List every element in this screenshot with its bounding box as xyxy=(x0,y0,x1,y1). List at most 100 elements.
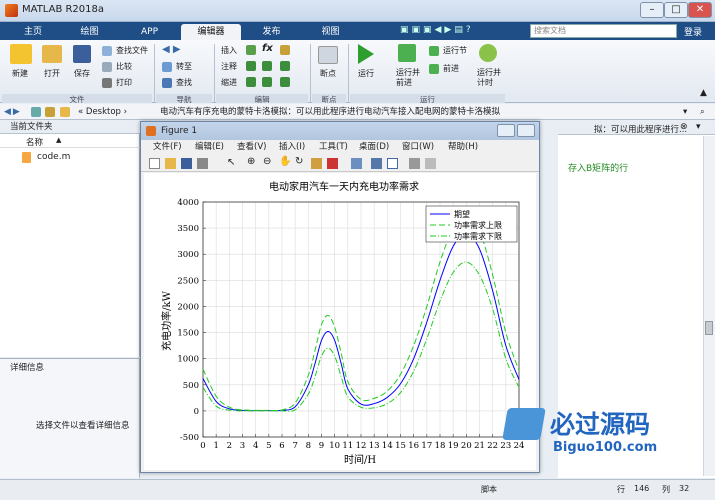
scrollbar-thumb[interactable] xyxy=(705,321,713,335)
new-button[interactable]: 新建 xyxy=(12,68,28,79)
tab-publish[interactable]: 发布 xyxy=(244,24,299,40)
insert-button[interactable]: 插入 xyxy=(221,45,237,56)
open-file-icon[interactable] xyxy=(165,158,176,169)
path-dropdown-icon[interactable]: ▾ xyxy=(683,104,687,120)
legend-icon[interactable] xyxy=(387,158,398,169)
x-tick-label: 16 xyxy=(408,441,419,451)
quick-access-icons[interactable]: ▣▣▣◀▶▤? xyxy=(400,25,474,35)
x-tick-label: 5 xyxy=(266,441,271,451)
compare-button[interactable]: 比较 xyxy=(116,61,132,72)
menu-file[interactable]: 文件(F) xyxy=(153,140,182,154)
editor-scrollbar[interactable] xyxy=(703,136,715,476)
open-folder-icon[interactable] xyxy=(42,45,62,63)
goto-button[interactable]: 转至 xyxy=(176,61,192,72)
insert-function-icon[interactable] xyxy=(280,45,290,55)
uncomment-icon[interactable] xyxy=(262,61,272,71)
power-demand-chart: 电动家用汽车一天内充电功率需求 时间/H 充电功率/kW 01234567891… xyxy=(160,180,524,466)
name-column-header[interactable]: 名称 xyxy=(26,136,43,148)
menu-help[interactable]: 帮助(H) xyxy=(448,140,478,154)
minimize-button[interactable]: – xyxy=(640,2,664,18)
figure-maximize-button[interactable] xyxy=(517,124,535,137)
indent-button[interactable]: 缩进 xyxy=(221,77,237,88)
figure-window[interactable]: Figure 1 文件(F) 编辑(E) 查看(V) 插入(I) 工具(T) 桌… xyxy=(140,121,540,473)
zoom-out-icon[interactable]: ⊖ xyxy=(263,156,271,167)
x-tick-label: 4 xyxy=(253,441,258,451)
breakpoints-button[interactable]: 断点 xyxy=(320,68,336,79)
menu-insert[interactable]: 插入(I) xyxy=(279,140,305,154)
data-cursor-icon[interactable] xyxy=(311,158,322,169)
run-time-button[interactable]: 运行并计时 xyxy=(477,68,501,88)
tab-apps[interactable]: APP xyxy=(122,24,177,40)
zoom-in-icon[interactable]: ⊕ xyxy=(247,156,255,167)
details-header: 详细信息 xyxy=(10,363,45,373)
run-button[interactable]: 运行 xyxy=(358,68,374,79)
path-search-icon[interactable]: ⌕ xyxy=(700,104,705,120)
run-advance-button[interactable]: 运行并前进 xyxy=(396,68,420,88)
advance-icon xyxy=(429,64,439,74)
address-bar[interactable]: ◀▶ « Desktop › 电动汽车有序充电的蒙特卡洛模拟：可以用此程序进行电… xyxy=(0,104,715,120)
browse-folder-icon[interactable] xyxy=(45,107,55,117)
menu-desktop[interactable]: 桌面(D) xyxy=(359,140,389,154)
print-figure-icon[interactable] xyxy=(197,158,208,169)
file-type-status: 脚本 xyxy=(481,485,497,494)
menu-edit[interactable]: 编辑(E) xyxy=(195,140,224,154)
menu-tools[interactable]: 工具(T) xyxy=(319,140,348,154)
run-time-icon[interactable] xyxy=(479,44,497,62)
nav-arrows-icon[interactable]: ◀▶ xyxy=(4,104,22,120)
insert-section-icon[interactable] xyxy=(246,45,256,55)
open-button[interactable]: 打开 xyxy=(44,68,60,79)
smart-indent-icon[interactable] xyxy=(246,77,256,87)
save-button[interactable]: 保存 xyxy=(74,68,90,79)
find-files-button[interactable]: 查找文件 xyxy=(116,45,148,56)
breakpoints-icon[interactable] xyxy=(318,46,338,64)
pointer-icon[interactable]: ↖ xyxy=(227,157,235,168)
tab-editor[interactable]: 编辑器 xyxy=(181,24,241,40)
path-prefix[interactable]: « Desktop › xyxy=(78,104,127,120)
save-icon[interactable] xyxy=(73,45,91,63)
print-button[interactable]: 打印 xyxy=(116,77,132,88)
increase-indent-icon[interactable] xyxy=(262,77,272,87)
back-forward-icon[interactable]: ◀ ▶ xyxy=(162,44,181,55)
tab-plots[interactable]: 绘图 xyxy=(62,24,117,40)
wrap-comment-icon[interactable] xyxy=(280,61,290,71)
run-section-button[interactable]: 运行节 xyxy=(443,45,467,56)
decrease-indent-icon[interactable] xyxy=(280,77,290,87)
brush-icon[interactable] xyxy=(327,158,338,169)
editor-menu-icon[interactable]: ▾ xyxy=(696,122,701,132)
current-path[interactable]: 电动汽车有序充电的蒙特卡洛模拟：可以用此程序进行电动汽车接入配电网的蒙特卡洛模拟 xyxy=(160,104,500,120)
pan-icon[interactable]: ✋ xyxy=(279,156,291,167)
comment-icon[interactable] xyxy=(246,61,256,71)
show-tools-icon[interactable] xyxy=(425,158,436,169)
login-button[interactable]: 登录 xyxy=(684,25,702,38)
y-tick-label: 1000 xyxy=(177,355,199,365)
menu-view[interactable]: 查看(V) xyxy=(237,140,266,154)
hide-tools-icon[interactable] xyxy=(409,158,420,169)
find-button[interactable]: 查找 xyxy=(176,77,192,88)
graduation-cap-logo xyxy=(502,408,546,440)
list-item[interactable]: code.m xyxy=(37,152,70,162)
colorbar-icon[interactable] xyxy=(371,158,382,169)
editor-close-icon[interactable]: ⊗ xyxy=(680,122,688,132)
figure-minimize-button[interactable] xyxy=(497,124,515,137)
link-plot-icon[interactable] xyxy=(351,158,362,169)
tab-view[interactable]: 视图 xyxy=(303,24,358,40)
new-figure-icon[interactable] xyxy=(149,158,160,169)
comment-button[interactable]: 注释 xyxy=(221,61,237,72)
save-figure-icon[interactable] xyxy=(181,158,192,169)
advance-button[interactable]: 前进 xyxy=(443,63,459,74)
rotate-icon[interactable]: ↻ xyxy=(295,156,303,167)
run-icon[interactable] xyxy=(358,44,374,64)
close-button[interactable]: ✕ xyxy=(688,2,712,18)
up-folder-icon[interactable] xyxy=(31,107,41,117)
run-advance-icon[interactable] xyxy=(398,44,416,62)
menu-window[interactable]: 窗口(W) xyxy=(402,140,434,154)
collapse-ribbon-icon[interactable]: ▲ xyxy=(700,88,707,98)
fx-icon[interactable]: fx xyxy=(262,43,273,54)
search-documentation-input[interactable]: 搜索文档 xyxy=(530,24,677,38)
sort-asc-icon[interactable]: ▲ xyxy=(56,136,61,144)
code-comment[interactable]: 存入B矩阵的行 xyxy=(568,161,628,174)
new-icon[interactable] xyxy=(10,44,32,64)
x-tick-label: 18 xyxy=(435,441,446,451)
maximize-button[interactable]: □ xyxy=(664,2,688,18)
tab-home[interactable]: 主页 xyxy=(8,24,58,40)
